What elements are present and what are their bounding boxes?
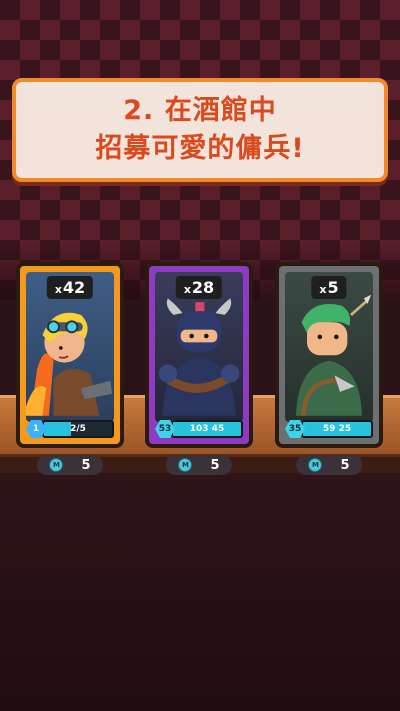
mercenary-card-1[interactable]: x42 1 2/5 (16, 262, 124, 448)
price-value: 5 (340, 457, 350, 473)
mercenary-portrait-2: x28 (155, 272, 243, 422)
recruit-price-button-3[interactable]: M 5 (296, 455, 362, 475)
card-count-badge: x28 (175, 276, 223, 299)
progress-text: 59 25 (322, 424, 352, 434)
mercenary-card-2[interactable]: x28 53 103 45 (145, 262, 253, 448)
progress-bar: 59 25 (301, 420, 373, 438)
recruit-price-button-1[interactable]: M 5 (37, 455, 103, 475)
tutorial-banner: 2. 在酒館中 招募可愛的傭兵! (12, 78, 388, 182)
banner-title-line-2: 招募可愛的傭兵! (95, 133, 305, 164)
mercenary-card-3[interactable]: x5 35 59 25 (275, 262, 383, 448)
card-progress-row: 53 103 45 (155, 420, 243, 438)
card-progress-row: 1 2/5 (26, 420, 114, 438)
gem-coin-icon: M (178, 458, 193, 472)
recruit-price-button-2[interactable]: M 5 (166, 455, 232, 475)
card-progress-row: 35 59 25 (285, 420, 373, 438)
price-value: 5 (210, 457, 220, 473)
mercenary-portrait-1: x42 (26, 272, 114, 422)
progress-bar: 103 45 (171, 420, 243, 438)
card-count-badge: x5 (311, 276, 347, 299)
price-value: 5 (81, 457, 91, 473)
tavern-floor (0, 473, 400, 711)
gem-coin-icon: M (308, 458, 323, 472)
progress-bar: 2/5 (42, 420, 114, 438)
progress-text: 2/5 (70, 424, 86, 434)
banner-title-line-1: 2. 在酒館中 (123, 95, 277, 126)
mercenary-portrait-3: x5 (285, 272, 373, 422)
progress-text: 103 45 (189, 424, 225, 434)
card-count-badge: x42 (46, 276, 94, 299)
gem-coin-icon: M (49, 458, 64, 472)
